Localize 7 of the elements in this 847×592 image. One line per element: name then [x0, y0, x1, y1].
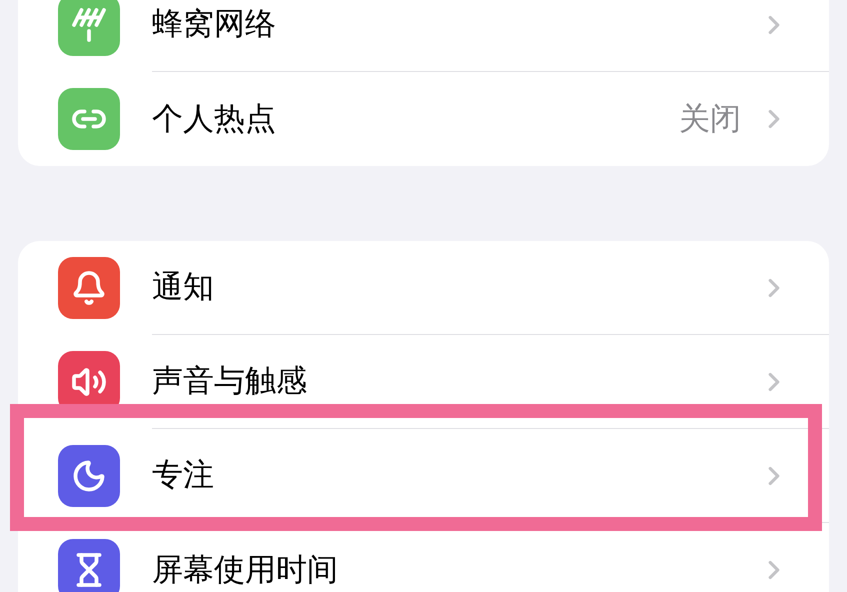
row-label: 个人热点	[152, 100, 277, 139]
row-label: 屏幕使用时间	[152, 550, 339, 590]
row-label: 通知	[152, 268, 215, 308]
row-label: 蜂窝网络	[152, 5, 277, 44]
row-value: 关闭	[679, 100, 741, 139]
row-label: 声音与触感	[152, 362, 308, 402]
row-label: 专注	[152, 456, 215, 496]
